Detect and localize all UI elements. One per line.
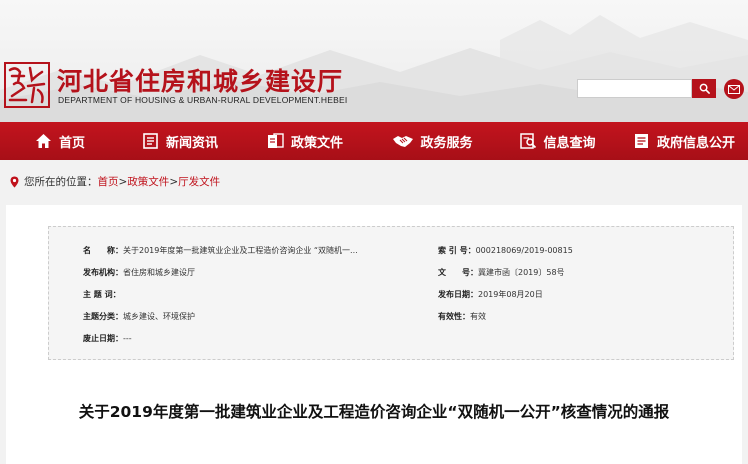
nav-item-news[interactable]: 新闻资讯 — [120, 122, 240, 160]
info-date-label: 发布日期： — [438, 290, 478, 299]
nav-item-gov-info[interactable]: 政府信息公开 — [620, 122, 748, 160]
nav-item-query[interactable]: 信息查询 — [495, 122, 620, 160]
info-issuer-value: 省住房和城乡建设厅 — [123, 268, 195, 277]
nav-label: 政务服务 — [420, 135, 473, 151]
nav-item-services[interactable]: 政务服务 — [370, 122, 495, 160]
breadcrumb-separator: > — [169, 175, 179, 188]
location-pin-icon — [10, 176, 19, 187]
document-icon — [633, 132, 651, 150]
info-category-value: 城乡建设、环境保护 — [123, 312, 195, 321]
info-keywords-label: 主 题 词： — [83, 290, 121, 299]
policy-icon — [267, 132, 285, 150]
info-docno-label: 文 号： — [438, 268, 478, 277]
info-issuer-label: 发布机构： — [83, 268, 123, 277]
article-title: 关于2019年度第一批建筑业企业及工程造价咨询企业“双随机一公开”核查情况的通报 — [78, 403, 670, 421]
info-name-label: 名 称： — [83, 246, 123, 255]
nav-item-policy[interactable]: 政策文件 — [240, 122, 370, 160]
site-header: 河北省住房和城乡建设厅 DEPARTMENT OF HOUSING & URBA… — [0, 0, 748, 122]
search-button[interactable] — [692, 79, 716, 98]
info-index-row: 索 引 号：000218069/2019-00815 — [438, 245, 573, 256]
info-issuer-row: 发布机构：省住房和城乡建设厅 — [83, 267, 195, 278]
mail-icon — [728, 84, 740, 94]
mail-button[interactable] — [724, 79, 744, 99]
breadcrumb-separator: > — [118, 175, 128, 188]
info-keywords-row: 主 题 词： — [83, 289, 121, 300]
info-validity-label: 有效性： — [438, 312, 470, 321]
breadcrumb-current[interactable]: 厅发文件 — [178, 174, 220, 189]
main-nav: 首页 新闻资讯 政策文件 政务服务 信息查询 政府信息公开 — [0, 122, 748, 160]
info-index-label: 索 引 号： — [438, 246, 476, 255]
search-list-icon — [519, 132, 537, 150]
nav-item-home[interactable]: 首页 — [0, 122, 120, 160]
nav-label: 信息查询 — [543, 135, 596, 151]
handshake-icon — [392, 132, 414, 150]
info-category-row: 主题分类：城乡建设、环境保护 — [83, 311, 195, 322]
info-date-value: 2019年08月20日 — [478, 290, 543, 299]
logo-seal — [4, 62, 50, 108]
search-icon — [699, 83, 710, 94]
info-date-row: 发布日期：2019年08月20日 — [438, 289, 543, 300]
breadcrumb: 您所在的位置： 首页 > 政策文件 > 厅发文件 — [10, 174, 220, 189]
breadcrumb-prefix: 您所在的位置： — [24, 176, 98, 188]
breadcrumb-home[interactable]: 首页 — [98, 174, 119, 189]
info-expiry-label: 废止日期： — [83, 334, 123, 343]
nav-label: 政策文件 — [290, 135, 343, 151]
info-docno-row: 文 号：冀建市函〔2019〕58号 — [438, 267, 565, 278]
info-name-value: 关于2019年度第一批建筑业企业及工程造价咨询企业 “双随机一... — [123, 246, 358, 255]
info-index-value: 000218069/2019-00815 — [475, 246, 573, 255]
nav-label: 首页 — [58, 135, 85, 151]
news-icon — [142, 132, 160, 150]
info-category-label: 主题分类： — [83, 312, 123, 321]
site-title: 河北省住房和城乡建设厅 — [57, 67, 344, 96]
info-name-row: 名 称：关于2019年度第一批建筑业企业及工程造价咨询企业 “双随机一... — [83, 245, 358, 256]
breadcrumb-policy[interactable]: 政策文件 — [127, 174, 169, 189]
search-input[interactable] — [577, 79, 692, 98]
info-expiry-value: --- — [123, 334, 132, 343]
home-icon — [35, 132, 53, 150]
nav-label: 政府信息公开 — [656, 135, 735, 151]
info-validity-value: 有效 — [470, 312, 486, 321]
site-subtitle: DEPARTMENT OF HOUSING & URBAN-RURAL DEVE… — [58, 95, 348, 105]
info-docno-value: 冀建市函〔2019〕58号 — [478, 268, 565, 277]
nav-label: 新闻资讯 — [165, 135, 218, 151]
info-expiry-row: 废止日期：--- — [83, 333, 132, 344]
info-validity-row: 有效性：有效 — [438, 311, 486, 322]
